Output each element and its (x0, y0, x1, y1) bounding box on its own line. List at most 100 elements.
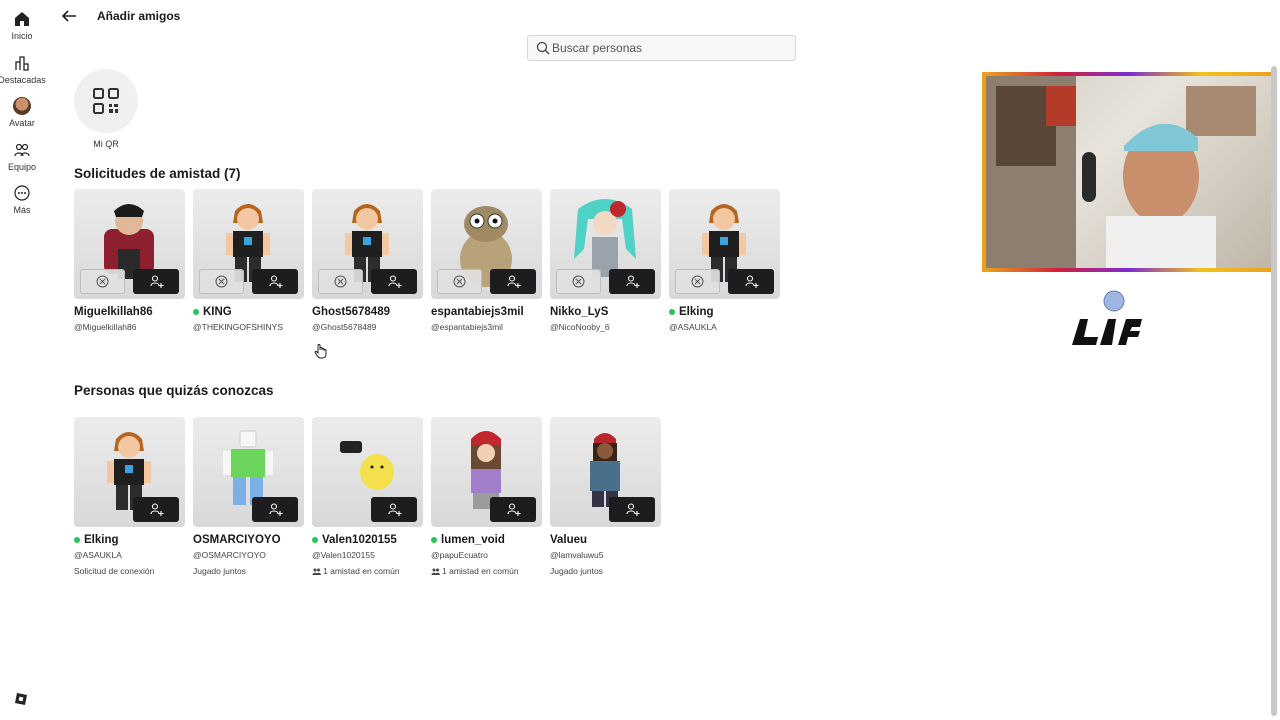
suggestion-context: Solicitud de conexión (74, 566, 155, 576)
search-input[interactable] (552, 41, 782, 55)
online-indicator (431, 537, 437, 543)
nav-item-inicio[interactable]: Inicio (0, 10, 44, 41)
user-handle: @THEKINGOFSHINYS (193, 322, 283, 332)
user-name[interactable]: Elking (74, 534, 185, 546)
add-friend-button[interactable] (133, 497, 179, 522)
nav-item-destacadas[interactable]: Destacadas (0, 54, 46, 85)
suggestion-card[interactable]: lumen_void @papuEcuatro 1 amistad en com… (431, 417, 542, 576)
suggestion-card[interactable]: Elking @ASAUKLA Solicitud de conexión (74, 417, 185, 576)
decline-button[interactable] (556, 269, 601, 294)
nav-label: Equipo (7, 162, 37, 172)
chart-icon (15, 56, 29, 71)
search-box[interactable] (527, 35, 796, 61)
add-user-icon (387, 503, 401, 516)
user-handle: @papuEcuatro (431, 550, 488, 560)
avatar-thumbnail[interactable] (193, 417, 304, 527)
add-user-icon (268, 503, 282, 516)
decline-button[interactable] (437, 269, 482, 294)
avatar-thumbnail[interactable] (550, 417, 661, 527)
request-card[interactable]: Ghost5678489 @Ghost5678489 (312, 189, 423, 332)
back-arrow-icon[interactable] (60, 8, 78, 24)
avatar-thumbnail[interactable] (193, 189, 304, 299)
my-qr-label: Mi QR (93, 139, 119, 149)
add-friend-button[interactable] (371, 269, 417, 294)
home-icon (15, 12, 29, 26)
close-circle-icon (453, 275, 466, 288)
suggestion-card[interactable]: OSMARCIYOYO @OSMARCIYOYO Jugado juntos (193, 417, 304, 576)
mutual-friends-icon (312, 568, 321, 575)
add-friend-button[interactable] (490, 269, 536, 294)
user-name[interactable]: Miguelkillah86 (74, 306, 185, 318)
avatar-thumbnail[interactable] (74, 417, 185, 527)
nav-item-equipo[interactable]: Equipo (0, 141, 44, 172)
add-friend-button[interactable] (133, 269, 179, 294)
nav-item-avatar[interactable]: Avatar (0, 97, 44, 128)
avatar-thumbnail[interactable] (312, 417, 423, 527)
user-name[interactable]: OSMARCIYOYO (193, 534, 304, 546)
user-handle: @lamvaluwu5 (550, 550, 604, 560)
close-circle-icon (691, 275, 704, 288)
add-friend-button[interactable] (609, 269, 655, 294)
add-user-icon (744, 275, 758, 288)
user-name[interactable]: Valen1020155 (312, 534, 423, 546)
user-name[interactable]: lumen_void (431, 534, 542, 546)
user-handle: @Valen1020155 (312, 550, 375, 560)
avatar-thumbnail[interactable] (431, 189, 542, 299)
nav-label: Inicio (11, 31, 33, 41)
request-card[interactable]: Miguelkillah86 @Miguelkillah86 (74, 189, 185, 332)
qr-code-icon (93, 88, 119, 114)
decline-button[interactable] (318, 269, 363, 294)
my-qr-button[interactable] (74, 69, 138, 133)
add-friend-button[interactable] (371, 497, 417, 522)
mutual-friends-icon (431, 568, 440, 575)
close-circle-icon (215, 275, 228, 288)
team-icon (14, 143, 30, 157)
add-friend-button[interactable] (252, 269, 298, 294)
close-circle-icon (96, 275, 109, 288)
request-card[interactable]: KING @THEKINGOFSHINYS (193, 189, 304, 332)
user-name[interactable]: Valueu (550, 534, 661, 546)
user-handle: @OSMARCIYOYO (193, 550, 266, 560)
request-card[interactable]: espantabiejs3mil @espantabiejs3mil (431, 189, 542, 332)
stream-logo-icon (1072, 290, 1142, 345)
suggestion-context: 1 amistad en común (312, 566, 423, 576)
requests-list: Miguelkillah86 @Miguelkillah86 KING @THE… (74, 189, 780, 332)
user-name[interactable]: Ghost5678489 (312, 306, 423, 318)
user-name[interactable]: Nikko_LyS (550, 306, 661, 318)
close-circle-icon (572, 275, 585, 288)
avatar-thumbnail[interactable] (74, 189, 185, 299)
add-user-icon (506, 503, 520, 516)
nav-label: Avatar (9, 118, 35, 128)
nav-label: Destacadas (0, 75, 46, 85)
avatar-thumbnail[interactable] (669, 189, 780, 299)
roblox-logo-icon[interactable] (14, 692, 28, 706)
hand-cursor-icon (314, 344, 327, 359)
user-name[interactable]: KING (193, 306, 304, 318)
decline-button[interactable] (80, 269, 125, 294)
user-name[interactable]: Elking (669, 306, 780, 318)
request-card[interactable]: Elking @ASAUKLA (669, 189, 780, 332)
nav-item-mas[interactable]: Más (0, 184, 44, 215)
add-friend-button[interactable] (490, 497, 536, 522)
scrollbar[interactable] (1271, 66, 1277, 716)
requests-title: Solicitudes de amistad (7) (74, 166, 241, 181)
add-user-icon (625, 275, 639, 288)
add-friend-button[interactable] (728, 269, 774, 294)
avatar-thumbnail[interactable] (550, 189, 661, 299)
online-indicator (74, 537, 80, 543)
decline-button[interactable] (199, 269, 244, 294)
request-card[interactable]: Nikko_LyS @NicoNooby_6 (550, 189, 661, 332)
suggestion-context: Jugado juntos (550, 566, 603, 576)
user-name[interactable]: espantabiejs3mil (431, 306, 542, 318)
avatar-thumbnail[interactable] (431, 417, 542, 527)
suggestion-card[interactable]: Valen1020155 @Valen1020155 1 amistad en … (312, 417, 423, 576)
user-handle: @Ghost5678489 (312, 322, 377, 332)
suggestion-context: 1 amistad en común (431, 566, 542, 576)
suggestion-card[interactable]: Valueu @lamvaluwu5 Jugado juntos (550, 417, 661, 576)
decline-button[interactable] (675, 269, 720, 294)
add-friend-button[interactable] (252, 497, 298, 522)
avatar-thumbnail[interactable] (312, 189, 423, 299)
add-friend-button[interactable] (609, 497, 655, 522)
more-icon (14, 185, 30, 201)
add-user-icon (387, 275, 401, 288)
